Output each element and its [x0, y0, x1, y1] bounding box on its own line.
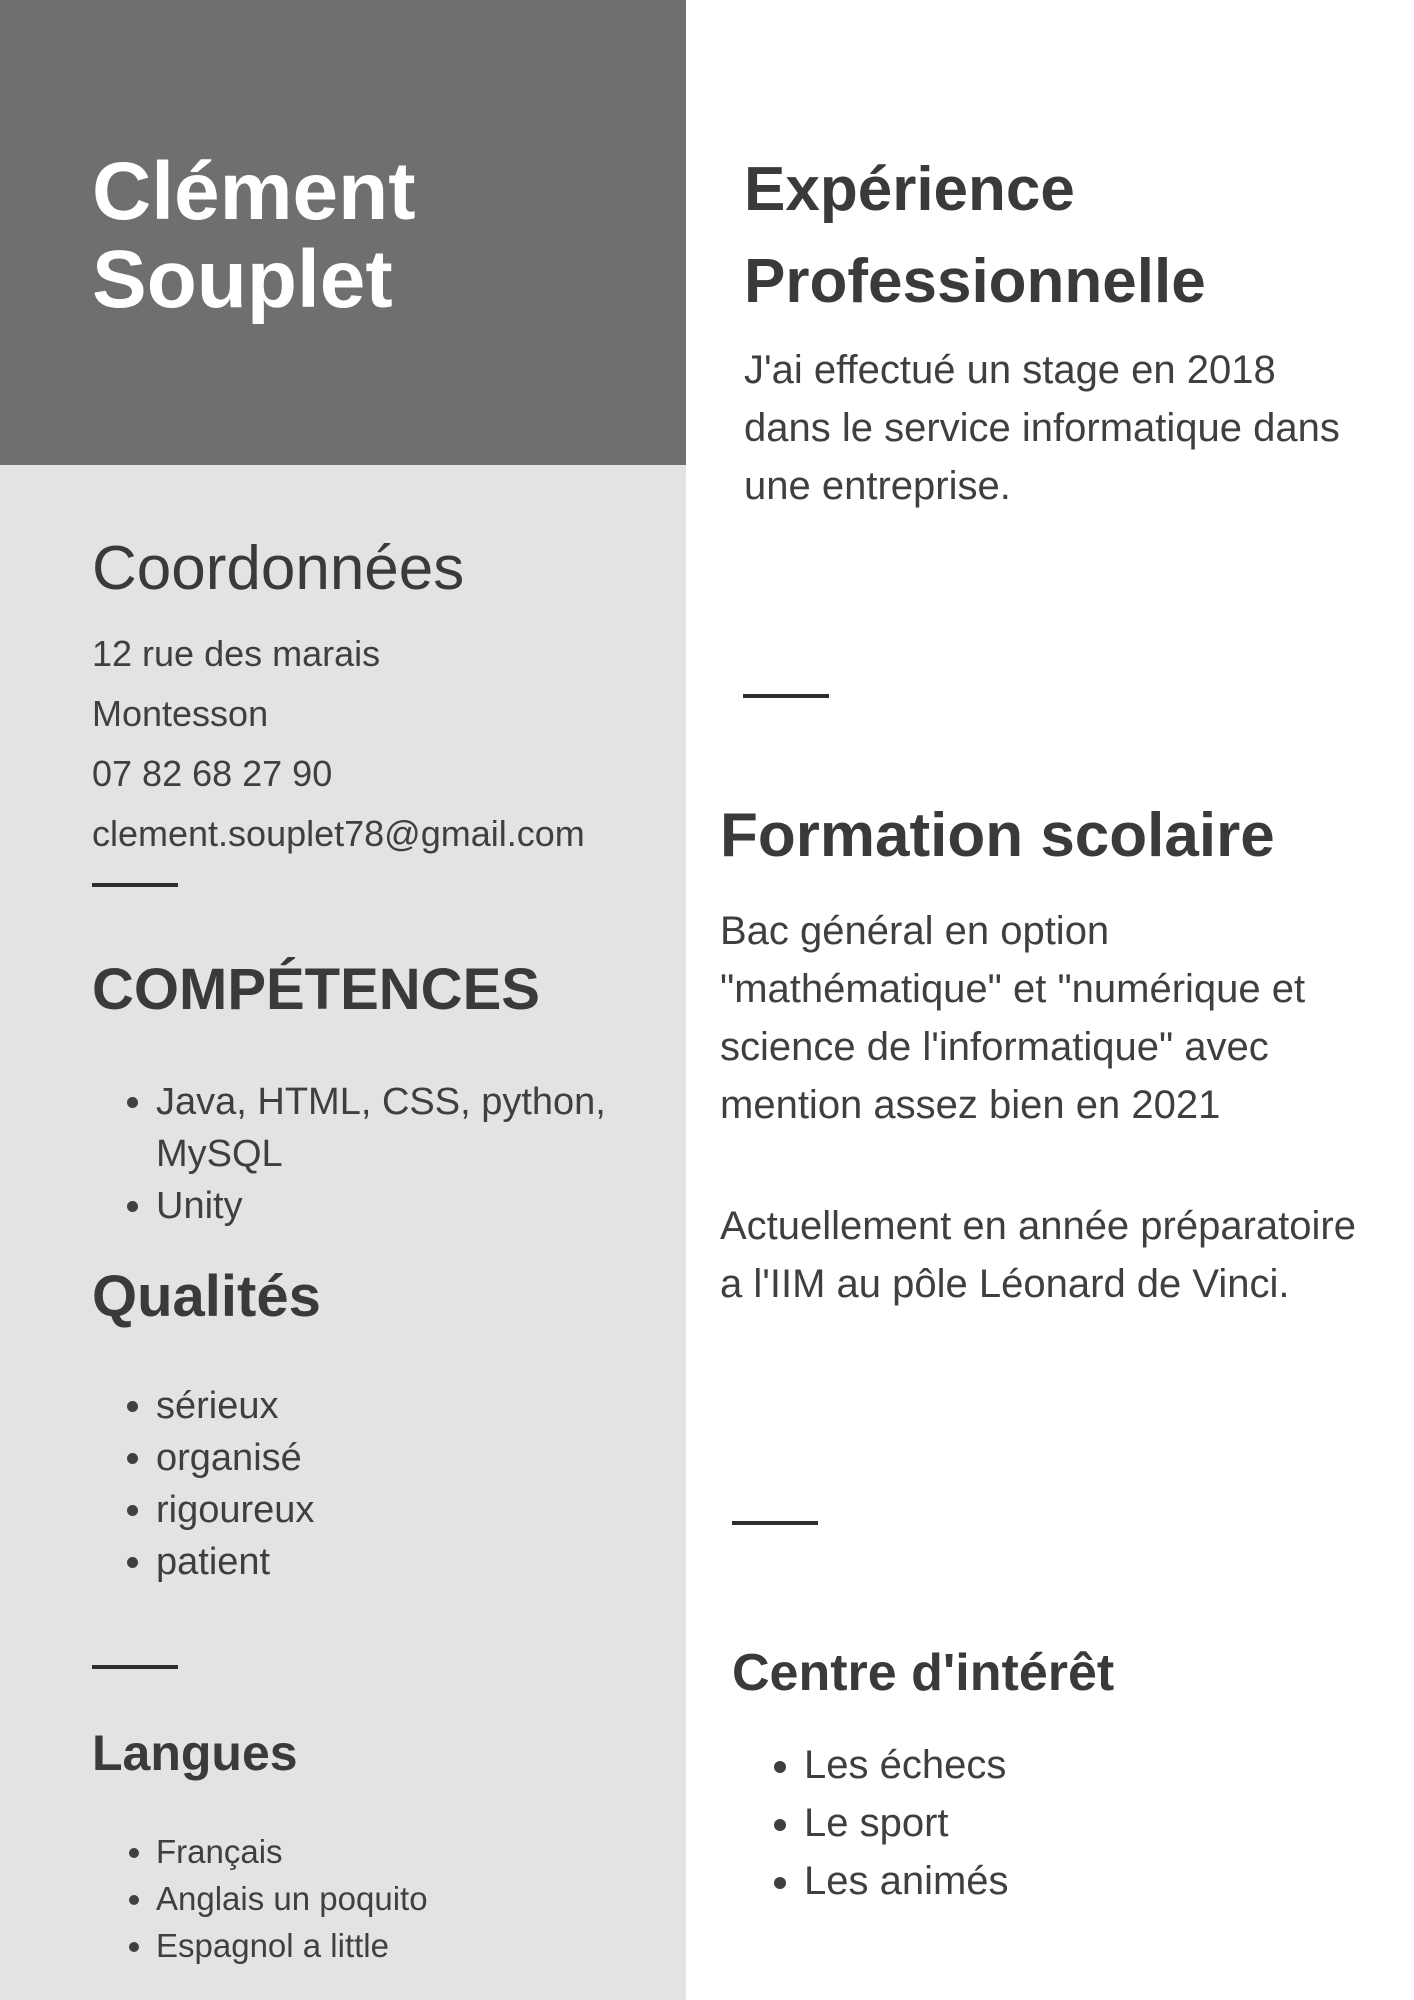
list-item: Français — [156, 1828, 696, 1875]
contact-details: 12 rue des marais Montesson 07 82 68 27 … — [92, 624, 672, 864]
experience-text: J'ai effectué un stage en 2018 dans le s… — [744, 348, 1340, 508]
formation-paragraph-current: Actuellement en année préparatoire a l'I… — [720, 1204, 1356, 1306]
langues-list: Français Anglais un poquito Espagnol a l… — [92, 1828, 696, 1969]
address: 12 rue des marais — [92, 633, 381, 674]
list-item: Les échecs — [804, 1736, 1364, 1794]
list-item: organisé — [156, 1432, 636, 1484]
first-name: Clément — [92, 146, 416, 237]
list-item: rigoureux — [156, 1484, 636, 1536]
section-divider — [92, 1665, 178, 1669]
competences-heading: COMPÉTENCES — [92, 957, 540, 1022]
list-item: Unity — [156, 1180, 636, 1232]
list-item: patient — [156, 1536, 636, 1588]
list-item: Espagnol a little — [156, 1922, 696, 1969]
candidate-name: Clément Souplet — [92, 148, 652, 324]
last-name: Souplet — [92, 234, 393, 325]
city: Montesson — [92, 693, 269, 734]
competences-list: Java, HTML, CSS, python, MySQL Unity — [92, 1076, 636, 1232]
list-item: Anglais un poquito — [156, 1875, 696, 1922]
list-item: Le sport — [804, 1794, 1364, 1852]
email-address: clement.souplet78@gmail.com — [92, 813, 585, 854]
list-item: sérieux — [156, 1380, 636, 1432]
formation-paragraph-bac: Bac général en option "mathématique" et … — [720, 909, 1306, 1127]
list-item: Les animés — [804, 1852, 1364, 1910]
langues-heading: Langues — [92, 1725, 298, 1781]
qualites-heading: Qualités — [92, 1264, 321, 1329]
section-divider — [732, 1521, 818, 1525]
section-divider — [92, 883, 178, 887]
centre-interet-heading: Centre d'intérêt — [732, 1644, 1115, 1702]
experience-heading: Expérience Professionnelle — [744, 155, 1206, 316]
list-item: Java, HTML, CSS, python, MySQL — [156, 1076, 636, 1180]
phone-number: 07 82 68 27 90 — [92, 753, 333, 794]
centre-interet-list: Les échecs Le sport Les animés — [740, 1736, 1364, 1910]
coordonnees-heading: Coordonnées — [92, 534, 465, 603]
qualites-list: sérieux organisé rigoureux patient — [92, 1380, 636, 1588]
section-divider — [743, 694, 829, 698]
formation-heading: Formation scolaire — [720, 801, 1275, 870]
